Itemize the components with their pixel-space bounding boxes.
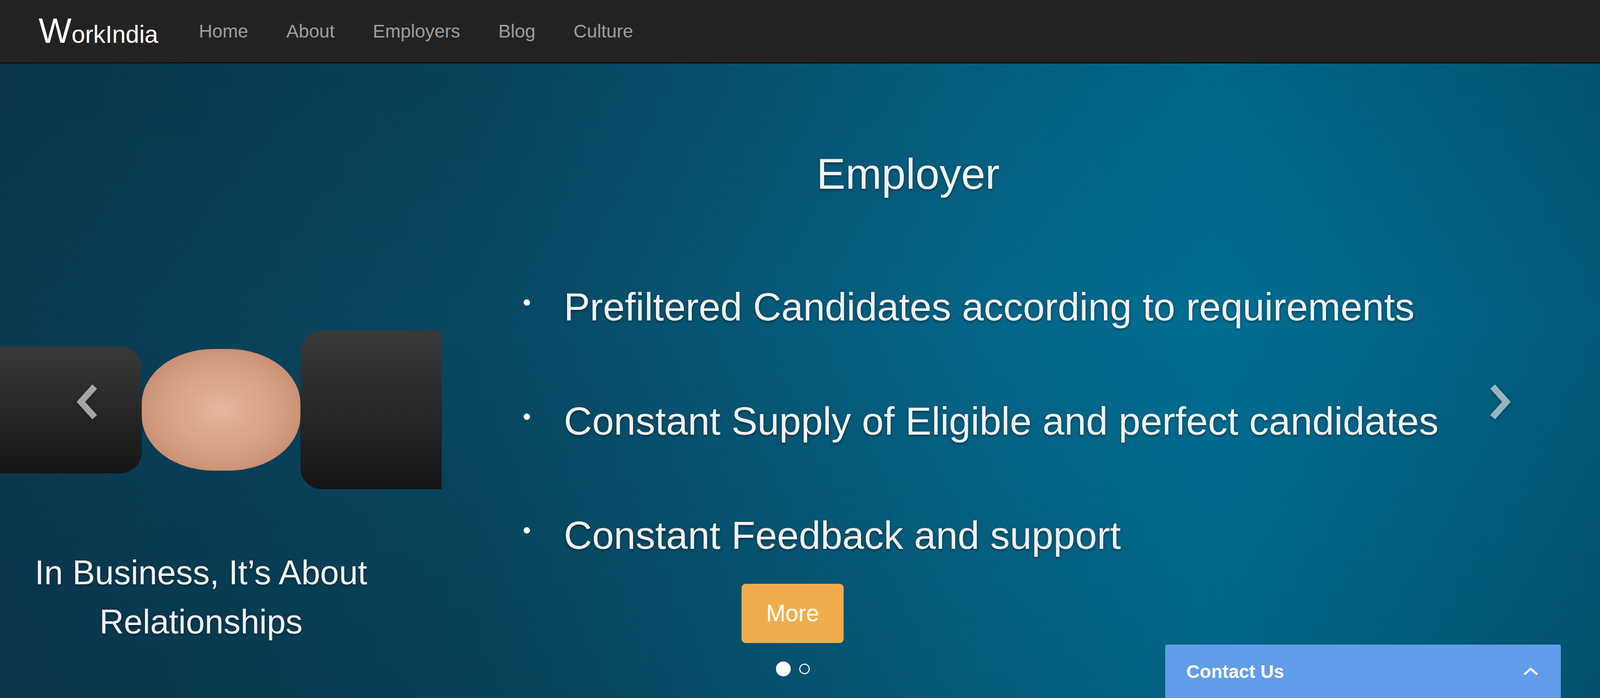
chevron-left-icon[interactable] bbox=[75, 383, 99, 421]
nav-link[interactable]: Blog bbox=[498, 19, 536, 44]
more-button[interactable]: More bbox=[741, 583, 844, 644]
bullet-icon bbox=[523, 413, 530, 420]
slide-title: Employer bbox=[441, 148, 1375, 200]
chevron-up-icon[interactable] bbox=[1521, 665, 1540, 678]
hero-carousel: In Business, It’s About Relationships Em… bbox=[0, 63, 1600, 698]
bullet-item: Constant Feedback and support bbox=[523, 512, 1600, 560]
cta-area: More bbox=[741, 583, 844, 677]
slide-caption: In Business, It’s About Relationships bbox=[0, 548, 402, 647]
slide-content: Employer Prefiltered Candidates accordin… bbox=[441, 63, 1600, 698]
bullet-item: Prefiltered Candidates according to requ… bbox=[523, 284, 1600, 332]
contact-us-bar[interactable]: Contact Us bbox=[1165, 644, 1561, 698]
logo[interactable]: WorkIndia bbox=[38, 10, 159, 52]
nav-links: Home About Employers Blog Culture bbox=[198, 19, 634, 44]
bullet-icon bbox=[523, 299, 530, 306]
carousel-indicator[interactable] bbox=[799, 663, 810, 675]
nav-link[interactable]: Employers bbox=[372, 19, 461, 44]
nav-link[interactable]: About bbox=[286, 19, 335, 44]
slide-left-column: In Business, It’s About Relationships bbox=[0, 63, 442, 698]
bullet-item: Constant Supply of Eligible and perfect … bbox=[523, 398, 1600, 446]
carousel-indicator[interactable] bbox=[775, 661, 791, 677]
nav-link[interactable]: Culture bbox=[573, 19, 634, 44]
bullet-list: Prefiltered Candidates according to requ… bbox=[523, 284, 1600, 560]
bullet-icon bbox=[523, 527, 530, 534]
carousel-indicators bbox=[775, 663, 810, 677]
chevron-right-icon[interactable] bbox=[1488, 383, 1512, 421]
navbar: WorkIndia Home About Employers Blog Culture bbox=[0, 0, 1600, 64]
page: WorkIndia HomeAboutEmployersBlogCulture … bbox=[0, 0, 1600, 698]
handshake-photo bbox=[0, 283, 442, 536]
nav-link[interactable]: Home bbox=[198, 19, 249, 44]
